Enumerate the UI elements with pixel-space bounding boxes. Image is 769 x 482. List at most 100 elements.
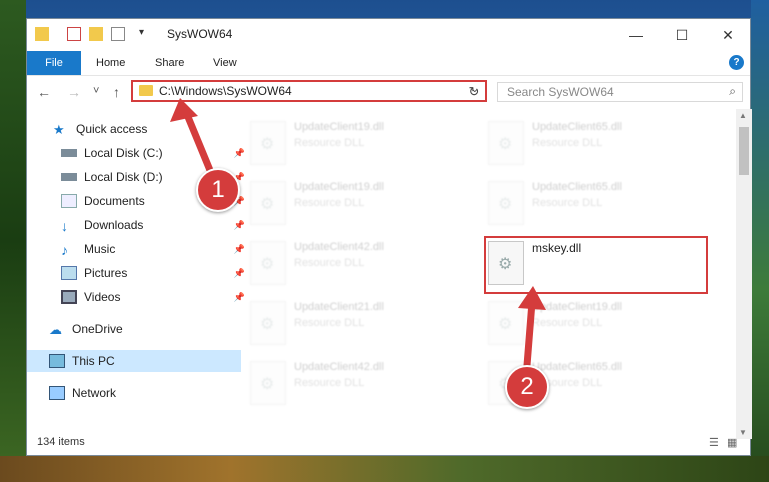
- dll-file-icon: [488, 301, 524, 345]
- recent-locations-button[interactable]: ˅: [93, 85, 99, 97]
- search-input[interactable]: Search SysWOW64 ⌕: [497, 82, 743, 102]
- pc-icon: [49, 354, 65, 368]
- file-type: Resource DLL: [294, 137, 365, 149]
- videos-icon: [61, 290, 77, 304]
- tab-home[interactable]: Home: [96, 51, 125, 75]
- navigation-bar: ← → ˅ ↑ C:\Windows\SysWOW64 ⌄ ↻ Search S…: [27, 76, 750, 108]
- navigation-pane: ★ Quick access Local Disk (C:) 📌 Local D…: [27, 114, 245, 430]
- music-icon: ♪: [61, 242, 68, 258]
- sidebar-item-label: Documents: [84, 194, 145, 208]
- sidebar-item-this-pc[interactable]: This PC: [27, 350, 241, 372]
- scroll-thumb[interactable]: [739, 127, 749, 175]
- sidebar-item-label: Local Disk (D:): [84, 170, 163, 184]
- pictures-icon: [61, 266, 77, 280]
- file-name: UpdateClient65.dll: [532, 181, 622, 193]
- sidebar-item-label: Quick access: [76, 122, 148, 136]
- status-bar: 134 items ☰ ▦: [27, 431, 750, 455]
- desktop-wallpaper-bottom: [0, 456, 769, 482]
- new-folder-icon[interactable]: [89, 27, 103, 41]
- ribbon-tabs: File Home Share View ?: [27, 51, 750, 76]
- file-item[interactable]: UpdateClient21.dll Resource DLL: [248, 297, 468, 349]
- dll-file-icon: [250, 181, 286, 225]
- sidebar-item-quick-access[interactable]: ★ Quick access: [27, 118, 245, 140]
- file-name: UpdateClient65.dll: [532, 361, 622, 373]
- properties-icon[interactable]: [67, 27, 81, 41]
- file-item[interactable]: UpdateClient19.dll Resource DLL: [248, 117, 468, 169]
- file-name: UpdateClient19.dll: [532, 301, 622, 313]
- file-name: UpdateClient19.dll: [294, 121, 384, 133]
- file-item[interactable]: UpdateClient19.dll Resource DLL: [248, 177, 468, 229]
- documents-icon: [61, 194, 77, 208]
- maximize-button[interactable]: ☐: [659, 19, 705, 51]
- large-icons-view-icon[interactable]: ▦: [727, 436, 741, 449]
- dll-file-icon: [250, 301, 286, 345]
- tab-share[interactable]: Share: [155, 51, 184, 75]
- dll-file-icon: [488, 181, 524, 225]
- desktop-wallpaper-right: [751, 0, 769, 482]
- file-name: UpdateClient19.dll: [294, 181, 384, 193]
- dll-file-icon: [250, 241, 286, 285]
- sidebar-item-label: OneDrive: [72, 322, 123, 336]
- chevron-down-icon[interactable]: ▾: [139, 27, 153, 41]
- file-name: UpdateClient21.dll: [294, 301, 384, 313]
- scroll-up-icon[interactable]: ▲: [739, 111, 747, 120]
- folder-icon: [35, 27, 49, 41]
- address-text[interactable]: C:\Windows\SysWOW64: [159, 84, 292, 98]
- download-icon: ↓: [61, 218, 68, 234]
- title-bar: ▾ SysWOW64 — ☐ ✕: [27, 19, 750, 51]
- folder-icon: [139, 85, 153, 96]
- sidebar-item-label: Videos: [84, 290, 121, 304]
- desktop-wallpaper-left: [0, 0, 26, 482]
- file-type: Resource DLL: [532, 317, 603, 329]
- sidebar-item-label: Downloads: [84, 218, 144, 232]
- file-type: Resource DLL: [294, 257, 365, 269]
- file-item[interactable]: UpdateClient42.dll Resource DLL: [248, 237, 468, 289]
- vertical-scrollbar[interactable]: ▲ ▼: [736, 109, 752, 439]
- file-tab[interactable]: File: [27, 51, 81, 75]
- address-bar[interactable]: C:\Windows\SysWOW64 ⌄: [131, 80, 487, 102]
- file-item[interactable]: UpdateClient65.dll Resource DLL: [486, 177, 706, 229]
- customize-toolbar-icon[interactable]: [111, 27, 125, 41]
- step-2-badge: 2: [505, 365, 549, 409]
- item-count: 134 items: [37, 436, 85, 448]
- sidebar-item-label: Network: [72, 386, 117, 400]
- cloud-icon: ☁: [49, 322, 62, 337]
- tab-view[interactable]: View: [213, 51, 237, 75]
- forward-button[interactable]: →: [67, 84, 81, 100]
- dll-file-icon: [488, 121, 524, 165]
- drive-icon: [61, 173, 77, 181]
- help-icon[interactable]: ?: [729, 55, 744, 70]
- file-item[interactable]: UpdateClient42.dll Resource DLL: [248, 357, 468, 409]
- minimize-button[interactable]: —: [613, 19, 659, 51]
- sidebar-item-label: Pictures: [84, 266, 128, 280]
- file-type: Resource DLL: [294, 377, 365, 389]
- window-title: SysWOW64: [167, 27, 233, 41]
- drive-icon: [61, 149, 77, 157]
- details-view-icon[interactable]: ☰: [709, 436, 723, 449]
- sidebar-item-label: Local Disk (C:): [84, 146, 163, 160]
- sidebar-item-label: Music: [84, 242, 116, 256]
- back-button[interactable]: ←: [37, 84, 51, 100]
- search-placeholder: Search SysWOW64: [507, 85, 614, 99]
- file-name: UpdateClient42.dll: [294, 241, 384, 253]
- sidebar-item-onedrive[interactable]: ☁ OneDrive: [27, 318, 241, 340]
- dll-file-icon: [250, 121, 286, 165]
- search-icon[interactable]: ⌕: [729, 84, 736, 99]
- star-icon: ★: [53, 122, 65, 137]
- file-item[interactable]: UpdateClient19.dll Resource DLL: [486, 297, 706, 349]
- mskey-highlight-box: [484, 236, 708, 294]
- file-item[interactable]: UpdateClient65.dll Resource DLL: [486, 117, 706, 169]
- file-type: Resource DLL: [532, 137, 603, 149]
- file-type: Resource DLL: [294, 317, 365, 329]
- sidebar-item-label: This PC: [72, 354, 115, 368]
- file-type: Resource DLL: [532, 197, 603, 209]
- network-icon: [49, 386, 65, 400]
- close-button[interactable]: ✕: [705, 19, 751, 51]
- sidebar-item-network[interactable]: Network: [27, 382, 241, 404]
- file-name: UpdateClient65.dll: [532, 121, 622, 133]
- refresh-button[interactable]: ↻: [463, 82, 485, 102]
- file-type: Resource DLL: [294, 197, 365, 209]
- file-name: UpdateClient42.dll: [294, 361, 384, 373]
- up-button[interactable]: ↑: [113, 84, 120, 100]
- dll-file-icon: [250, 361, 286, 405]
